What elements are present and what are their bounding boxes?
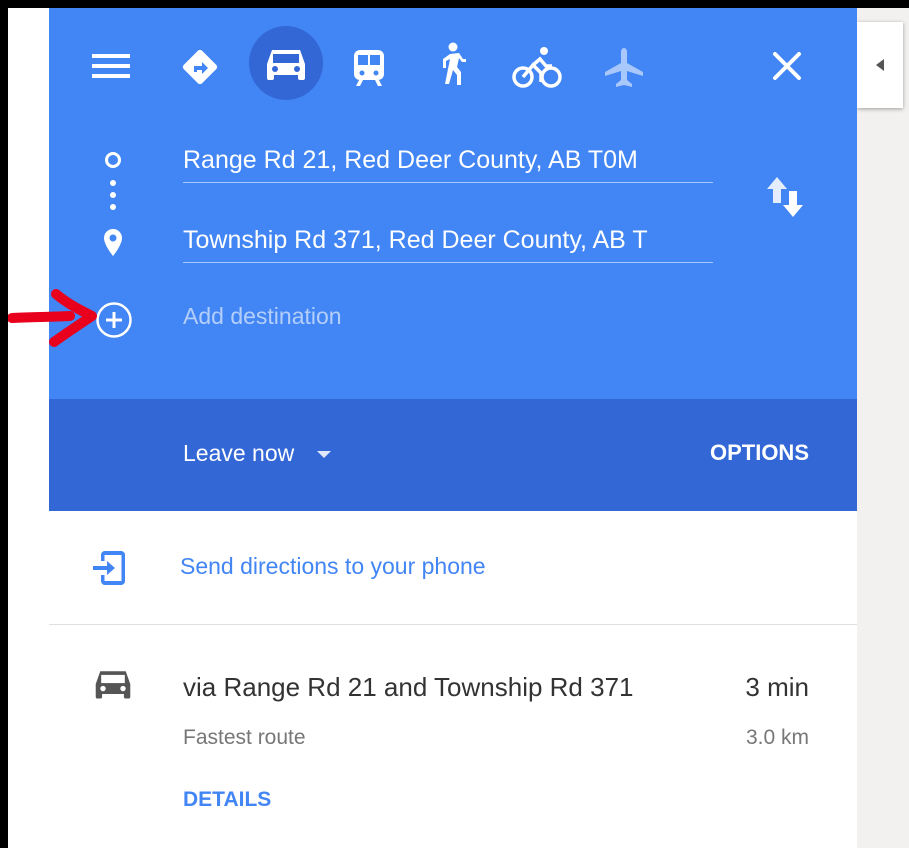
caret-left-icon [876,59,884,71]
departure-bar: Leave now OPTIONS [49,399,857,511]
map-area[interactable] [857,8,909,848]
section-divider [49,624,857,625]
leave-now-label: Leave now [183,440,295,466]
route-car-icon [89,662,137,706]
send-to-phone-icon[interactable] [89,546,133,590]
chevron-down-icon [317,450,332,458]
options-button[interactable]: OPTIONS [710,440,809,466]
route-dots-icon [107,178,119,224]
route-subtitle: Fastest route [183,726,306,749]
directions-panel: Range Rd 21, Red Deer County, AB T0M Tow… [49,8,857,848]
directions-diamond-icon[interactable] [177,44,223,90]
plane-icon[interactable] [601,44,647,90]
add-destination-icon[interactable] [94,300,134,340]
close-icon[interactable] [767,46,807,86]
directions-header: Range Rd 21, Red Deer County, AB T0M Tow… [49,8,857,399]
leave-now-dropdown[interactable]: Leave now [183,440,332,467]
walking-icon[interactable] [433,40,469,92]
origin-input[interactable]: Range Rd 21, Red Deer County, AB T0M [183,138,713,183]
origin-circle-icon [101,148,125,172]
train-icon[interactable] [349,46,389,90]
details-button[interactable]: DETAILS [183,788,271,812]
send-directions-link[interactable]: Send directions to your phone [180,553,486,580]
car-icon[interactable] [263,44,309,84]
hamburger-icon[interactable] [91,48,131,84]
destination-pin-icon [99,226,127,260]
route-distance: 3.0 km [745,726,809,749]
swap-directions-icon[interactable] [763,174,807,220]
collapse-panel-button[interactable] [857,22,903,108]
route-duration: 3 min [745,672,809,702]
bicycle-icon[interactable] [511,44,563,90]
add-destination-placeholder[interactable]: Add destination [183,303,342,330]
annotation-red-arrow [7,286,100,355]
route-title[interactable]: via Range Rd 21 and Township Rd 371 [183,672,634,703]
destination-input[interactable]: Township Rd 371, Red Deer County, AB T [183,218,713,263]
